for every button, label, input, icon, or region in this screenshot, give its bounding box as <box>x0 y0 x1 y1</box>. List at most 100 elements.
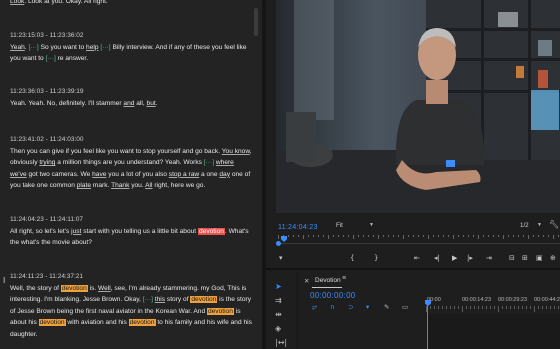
search-match[interactable]: devotion <box>60 284 88 292</box>
transcript-word[interactable]: have <box>92 171 106 178</box>
chevron-down-icon[interactable]: ▼ <box>369 222 374 228</box>
paragraph-timestamp[interactable]: 11:24:11:23 - 11:24:37:21 <box>10 271 252 283</box>
step-back-icon[interactable]: ◂| <box>434 252 440 264</box>
selection-tool-icon[interactable]: ➤ <box>275 282 282 291</box>
transcript-scrollbar[interactable] <box>254 8 258 36</box>
transcript-text[interactable]: you a lot of you also <box>106 171 168 178</box>
snap-icon[interactable]: ∩ <box>330 303 335 311</box>
transcript-text[interactable]: is. <box>88 285 98 292</box>
razor-tool-icon[interactable]: ◈ <box>275 324 281 333</box>
step-forward-icon[interactable]: |▸ <box>467 252 473 264</box>
play-icon[interactable]: ▶ <box>452 252 457 264</box>
pause-marker[interactable]: [···] <box>100 44 110 51</box>
go-to-in-icon[interactable]: ⇤ <box>414 252 420 264</box>
paragraph-timestamp[interactable]: 11:23:36:03 - 11:23:39:19 <box>10 86 252 98</box>
transcript-paragraph[interactable]: 11:23:15:03 - 11:23:36:02 Yeah. [···] So … <box>10 30 252 65</box>
sequence-tab[interactable]: Devotion <box>315 277 341 284</box>
monitor-scrub-bar[interactable] <box>278 243 560 244</box>
close-icon[interactable]: ✕ <box>304 277 309 285</box>
mark-out-icon[interactable]: } <box>374 252 378 264</box>
search-match-selected[interactable]: devotion <box>197 227 225 235</box>
button-editor-icon[interactable]: ⊕ <box>550 252 556 264</box>
add-marker-icon[interactable]: ▾ <box>366 303 369 311</box>
transcript-text[interactable]: . Look at you. Okay. All right. <box>24 0 107 5</box>
resolution-select[interactable]: 1/2 <box>520 222 529 229</box>
transcript-text[interactable]: . <box>156 100 158 107</box>
menu-icon[interactable]: ≡ <box>342 275 346 282</box>
transcript-word[interactable]: and <box>123 100 134 107</box>
timeline-playhead[interactable] <box>427 305 428 349</box>
go-to-out-icon[interactable]: ⇥ <box>486 252 492 264</box>
caption-icon[interactable]: ▭ <box>402 303 408 311</box>
marker-icon[interactable]: ▾ <box>279 252 283 264</box>
transcript-text[interactable]: got two cameras. We <box>27 171 92 178</box>
transcript-word[interactable]: You know <box>222 148 250 155</box>
transcript-word[interactable]: this <box>155 296 165 303</box>
pause-marker[interactable]: [···] <box>143 296 153 303</box>
transcript-word[interactable]: Look <box>10 0 24 5</box>
tab-underline <box>312 287 342 288</box>
transcript-text[interactable]: Then you can give if you feel like you w… <box>10 148 222 155</box>
transcript-text[interactable]: a million things are you understand? Yea… <box>55 159 203 166</box>
transcript-paragraph[interactable]: 11:23:41:02 - 11:24:03:00 Then you can gi… <box>10 134 252 192</box>
transcript-text[interactable]: Well, the story of <box>10 285 61 292</box>
pause-marker[interactable]: [···] <box>28 44 38 51</box>
search-match[interactable]: devotion <box>190 296 218 303</box>
transcript-text[interactable]: right, here we go. <box>152 182 205 189</box>
timeline-tracks[interactable] <box>426 314 560 349</box>
video-frame[interactable] <box>276 0 560 213</box>
transcript-text[interactable]: you. <box>129 182 145 189</box>
paragraph-timestamp[interactable]: 11:23:41:02 - 11:24:03:00 <box>10 134 252 146</box>
pause-marker[interactable]: [···] <box>204 159 214 166</box>
transcript-partial-paragraph[interactable]: Look. Look at you. Okay. All right. <box>10 0 252 8</box>
transcript-paragraph[interactable]: 11:24:11:23 - 11:24:37:21 Well, the story… <box>10 271 252 340</box>
overwrite-icon[interactable]: ⊞ <box>522 252 528 264</box>
transcript-word[interactable]: day <box>219 171 230 178</box>
scrub-handle[interactable] <box>276 241 281 246</box>
monitor-ruler[interactable] <box>278 235 560 243</box>
wrench-icon[interactable]: 🔧︎ <box>549 220 559 229</box>
transcript-word[interactable]: trying <box>39 159 55 166</box>
transcript-text[interactable]: start with you telling us a little bit a… <box>81 228 198 235</box>
transcript-text[interactable]: re answer. <box>56 55 88 62</box>
transcript-word[interactable]: plate <box>77 182 91 189</box>
transcript-text[interactable]: with aviation and his <box>66 319 129 326</box>
search-match[interactable]: devotion <box>128 319 156 326</box>
pause-marker[interactable]: [···] <box>46 55 56 62</box>
linked-selection-icon[interactable]: ⊃ <box>348 303 353 311</box>
export-frame-icon[interactable]: ▣ <box>536 252 543 264</box>
transcript-paragraph[interactable]: 11:24:04:23 - 11:24:11:07 All right, so l… <box>10 214 252 249</box>
transcript-word[interactable]: but <box>147 100 156 107</box>
nest-icon[interactable]: ⥂ <box>312 303 317 312</box>
transcript-text[interactable]: a one <box>199 171 219 178</box>
transcript-word[interactable]: Thank <box>111 182 129 189</box>
ripple-edit-icon[interactable]: ⇹ <box>275 310 282 319</box>
mark-in-icon[interactable]: { <box>350 252 354 264</box>
transcript-panel[interactable]: Look. Look at you. Okay. All right. 11:2… <box>0 0 262 349</box>
transcript-word[interactable]: just <box>71 228 81 235</box>
search-match[interactable]: devotion <box>38 319 66 326</box>
transcript-paragraph[interactable]: 11:23:36:03 - 11:23:39:19 Yeah. Yeah. No,… <box>10 86 252 109</box>
transcript-text[interactable]: all, <box>134 100 146 107</box>
wrench-icon[interactable]: ✎ <box>384 303 389 311</box>
insert-icon[interactable]: ⊟ <box>509 252 515 264</box>
track-select-icon[interactable]: ⇉ <box>275 296 282 305</box>
transcript-word[interactable]: Well <box>98 285 111 292</box>
paragraph-timestamp[interactable]: 11:23:15:03 - 11:23:36:02 <box>10 30 252 42</box>
timeline-ruler[interactable] <box>426 306 560 312</box>
timeline-timecode[interactable]: 00:00:00:00 <box>310 291 356 300</box>
transcript-text[interactable]: All right, so let's let's <box>10 228 71 235</box>
transcript-text[interactable]: story of <box>165 296 190 303</box>
program-timecode[interactable]: 11:24:04:23 <box>278 222 318 231</box>
slip-tool-icon[interactable]: |↔| <box>275 338 287 347</box>
chevron-down-icon[interactable]: ▼ <box>537 222 542 228</box>
zoom-select[interactable]: Fit <box>336 222 343 229</box>
paragraph-timestamp[interactable]: 11:24:04:23 - 11:24:11:07 <box>10 214 252 226</box>
transcript-text[interactable]: Yeah. Yeah. No, definitely. I'll stammer <box>10 100 123 107</box>
transcript-word[interactable]: help <box>86 44 98 51</box>
transcript-word[interactable]: stop a raw <box>169 171 199 178</box>
search-match[interactable]: devotion <box>206 307 234 315</box>
transcript-text[interactable]: So you want to <box>39 44 86 51</box>
transcript-text[interactable]: mark. <box>91 182 111 189</box>
transcript-word[interactable]: Yeah <box>10 44 25 51</box>
